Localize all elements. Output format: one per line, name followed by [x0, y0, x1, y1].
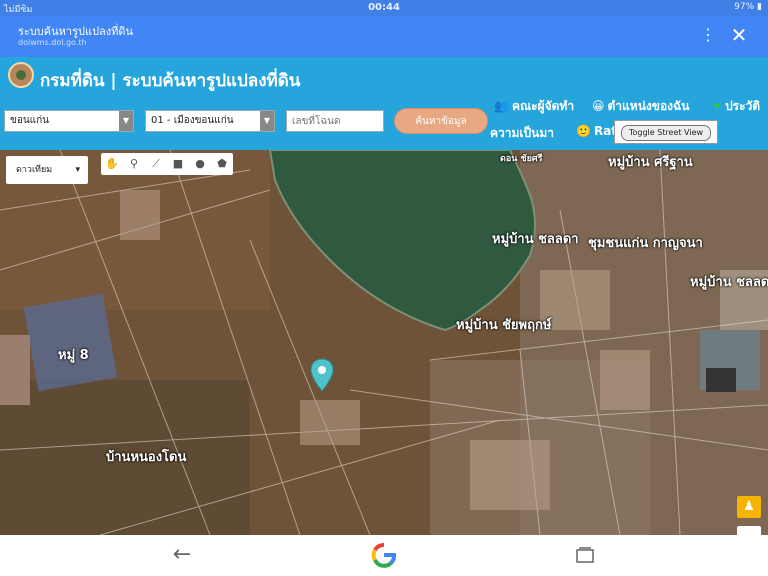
back-arrow-icon[interactable]: ←	[168, 541, 196, 569]
nav-my-location[interactable]: 😀 ตำแหน่งของฉัน	[592, 97, 689, 116]
rectangle-icon[interactable]: ■	[169, 155, 187, 173]
browser-toolbar: ระบบค้นหารูปแปลงที่ดิน dolwms.dol.go.th …	[0, 16, 768, 57]
history-icon: ✦	[712, 99, 723, 113]
team-icon: 👥	[494, 99, 509, 113]
map-label: บ้านหนองโดน	[106, 450, 187, 465]
google-home-icon[interactable]	[362, 540, 406, 570]
satellite-map[interactable]: ดาวเทียม ✋ ⚲ ⟋ ■ ● ⬟ ดอน ชัยศรี หมู่บ้าน…	[0, 150, 768, 535]
rating-icon: 🙂	[576, 124, 591, 138]
dol-logo	[8, 62, 34, 88]
map-label: ชุมชนแก่น กาญจนา	[588, 236, 703, 251]
battery-percent: 97%	[734, 2, 755, 12]
map-label: หมู่บ้าน ศรีฐาน	[608, 155, 693, 170]
province-select[interactable]: ขอนแก่น ▼	[4, 110, 134, 132]
toggle-street-view-label: Toggle Street View	[621, 125, 711, 141]
battery-indicator: 97% ▮	[734, 2, 762, 12]
site-header: กรมที่ดิน | ระบบค้นหารูปแปลงที่ดิน ขอนแก…	[0, 57, 768, 150]
chevron-down-icon: ▼	[260, 111, 274, 131]
chevron-down-icon: ▼	[119, 111, 133, 131]
district-value: 01 - เมืองขอนแก่น	[151, 115, 234, 126]
marker-icon[interactable]: ⚲	[125, 155, 143, 173]
nav-team-label: คณะผู้จัดทำ	[511, 99, 575, 113]
site-title: กรมที่ดิน | ระบบค้นหารูปแปลงที่ดิน	[40, 71, 301, 91]
hand-icon[interactable]: ✋	[103, 155, 121, 173]
circle-icon[interactable]: ●	[191, 155, 209, 173]
zoom-control[interactable]	[737, 526, 761, 535]
province-value: ขอนแก่น	[10, 115, 50, 126]
nav-history[interactable]: ✦ ประวัติ	[712, 97, 760, 116]
drawing-toolbar: ✋ ⚲ ⟋ ■ ● ⬟	[101, 153, 233, 175]
nav-my-location-label: ตำแหน่งของฉัน	[607, 99, 690, 113]
map-label: หมู่บ้าน ชลลดา	[492, 232, 579, 247]
map-label: หมู่ 8	[58, 348, 89, 363]
toggle-street-view-button[interactable]: Toggle Street View	[614, 120, 718, 144]
polygon-icon[interactable]: ⬟	[213, 155, 231, 173]
map-type-value: ดาวเทียม	[16, 165, 53, 175]
pegman-icon[interactable]: ♟	[737, 496, 761, 518]
map-type-select[interactable]: ดาวเทียม	[6, 156, 88, 184]
nav-history-label: ประวัติ	[725, 99, 761, 113]
recent-apps-icon[interactable]	[575, 545, 595, 565]
page-url[interactable]: dolwms.dol.go.th	[18, 38, 87, 47]
map-label: ดอน ชัยศรี	[500, 154, 543, 164]
nav-background[interactable]: ความเป็นมา	[490, 124, 554, 143]
district-select[interactable]: 01 - เมืองขอนแก่น ▼	[145, 110, 275, 132]
search-button[interactable]: ค้นหาข้อมูล	[394, 108, 488, 134]
more-menu-icon[interactable]: ⋮	[700, 24, 716, 46]
parcel-number-input[interactable]	[286, 110, 384, 132]
nav-team[interactable]: 👥 คณะผู้จัดทำ	[494, 97, 574, 116]
system-navigation-bar: ←	[0, 535, 768, 576]
nav-background-label: ความเป็นมา	[490, 126, 554, 140]
nav-rating[interactable]: 🙂 Rat	[576, 124, 617, 138]
polyline-icon[interactable]: ⟋	[147, 155, 165, 173]
close-icon[interactable]: ✕	[728, 24, 750, 46]
location-icon: 😀	[592, 99, 605, 113]
map-label: หมู่บ้าน ชลลดา	[690, 275, 768, 290]
location-pin-icon[interactable]	[310, 358, 334, 392]
status-bar: ไม่มีซิม 00:44 97% ▮	[0, 0, 768, 16]
map-imagery	[0, 150, 768, 535]
map-label: หมู่บ้าน ชัยพฤกษ์	[456, 318, 552, 333]
clock: 00:44	[368, 2, 400, 13]
